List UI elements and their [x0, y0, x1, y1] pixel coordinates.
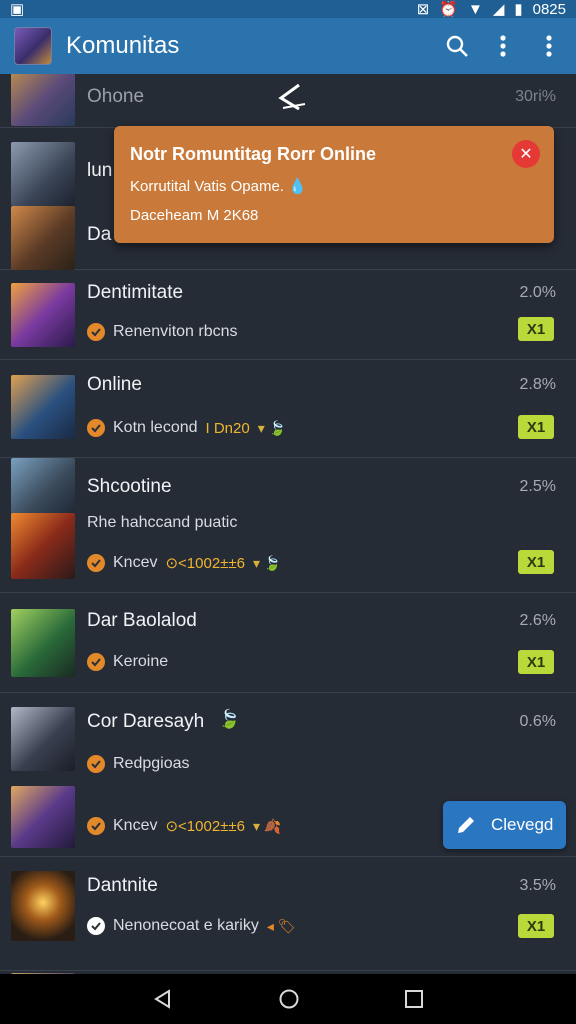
more-options-icon[interactable] [490, 33, 516, 59]
community-name: Dentimitate [87, 282, 184, 303]
community-percent: 0.6% [519, 713, 556, 730]
community-percent: 3.5% [519, 877, 556, 894]
community-subtitle: Kncev ⊙<1002±±6 ▾ 🍂 [87, 817, 281, 835]
leaf-icon: 🍃 [218, 709, 241, 729]
alarm-icon: ⏰ [439, 1, 458, 18]
popup-detail: Daceheam M 2K68 [130, 207, 259, 224]
community-subtitle: Redpgioas [87, 755, 190, 773]
community-avatar [11, 206, 75, 270]
notification-popup[interactable]: Notr Romuntitag Rorr Online Korrutital V… [114, 126, 554, 243]
community-subtitle: Renenviton rbcns [87, 323, 238, 341]
back-arrow-icon [278, 83, 306, 111]
search-icon[interactable] [444, 33, 470, 59]
tag-icon: ◂ 🏷 [266, 917, 296, 934]
community-avatar [11, 74, 75, 126]
community-percent: 2.8% [519, 376, 556, 393]
overflow-menu-icon[interactable] [536, 33, 562, 59]
community-avatar [11, 375, 75, 439]
community-percent: 2.6% [519, 612, 556, 629]
recents-icon[interactable] [404, 989, 424, 1009]
compose-button[interactable]: Clevegd [443, 801, 566, 849]
community-subtitle: Kotn lecond I Dn20 ▾ 🍃 [87, 419, 286, 437]
community-subtitle: Kncev ⊙<1002±±6 ▾ 🍃 [87, 554, 281, 572]
community-description: Rhe hahccand puatic [87, 514, 238, 531]
community-avatar [11, 142, 75, 206]
community-avatar [11, 871, 75, 941]
community-avatar [11, 707, 75, 771]
list-item[interactable]: Dantnite 3.5% Nenonecoat e kariky ◂ 🏷 X1 [0, 857, 576, 971]
coin-value: ⊙<1002±±6 [165, 555, 245, 572]
pencil-icon [458, 817, 474, 833]
home-icon[interactable] [278, 988, 300, 1010]
community-subtitle: Nenonecoat e kariky ◂ 🏷 [87, 917, 296, 935]
diamond-icon: 💧 [288, 178, 307, 195]
verified-check-icon [87, 817, 105, 835]
community-name: lun [87, 160, 113, 181]
wifi-icon: ▼ [467, 0, 483, 18]
coin-value: ⊙<1002±±6 [165, 818, 245, 835]
community-percent: 2.0% [519, 284, 556, 301]
status-bar: ▣ ⊠ ⏰ ▼ ◢ ▮ 0825 [0, 0, 576, 18]
community-name: Dantnite [87, 875, 158, 896]
battery-icon: ▮ [514, 1, 523, 18]
signal-icon: ◢ [492, 1, 505, 18]
verified-check-icon [87, 554, 105, 572]
community-name: Cor Daresayh [87, 711, 205, 732]
community-name: Dar Baolalod [87, 610, 197, 631]
back-icon[interactable] [152, 988, 174, 1010]
popup-message: Korrutital Vatis Opame. 💧 [130, 178, 307, 195]
compose-button-label: Clevegd [491, 815, 554, 834]
list-item[interactable]: Dentimitate 2.0% Renenviton rbcns X1 [0, 270, 576, 360]
close-icon[interactable]: ✕ [512, 140, 540, 168]
verified-check-icon [87, 323, 105, 341]
verified-check-icon [87, 917, 105, 935]
list-item[interactable]: Dar Baolalod 2.6% Keroine X1 [0, 593, 576, 693]
nfc-icon: ⊠ [416, 1, 430, 18]
community-name: Online [87, 374, 142, 395]
community-avatar [11, 609, 75, 677]
app-notification-icon: ▣ [10, 1, 25, 18]
community-subtitle: Keroine [87, 653, 168, 671]
multiplier-badge: X1 [518, 650, 554, 674]
list-item[interactable]: Ohone 30ri% [0, 74, 576, 128]
multiplier-badge: X1 [518, 914, 554, 938]
verified-check-icon [87, 419, 105, 437]
system-nav-bar [0, 974, 576, 1024]
verified-check-icon [87, 653, 105, 671]
community-avatar [11, 786, 75, 848]
app-logo [14, 27, 52, 65]
list-item[interactable]: Shcootine 2.5% Rhe hahccand puatic Kncev… [0, 458, 576, 593]
community-name: Ohone [87, 86, 145, 107]
leaf-icon: ▾ 🍃 [257, 419, 287, 436]
app-title: Komunitas [66, 32, 180, 59]
status-time: 0825 [532, 0, 566, 18]
community-percent: 2.5% [519, 478, 556, 495]
coin-value: I Dn20 [205, 419, 250, 437]
multiplier-badge: X1 [518, 317, 554, 341]
multiplier-badge: X1 [518, 550, 554, 574]
community-percent: 30ri% [515, 88, 556, 105]
community-avatar [11, 513, 75, 579]
verified-check-icon [87, 755, 105, 773]
community-avatar [11, 283, 75, 347]
community-name: Da [87, 224, 112, 245]
leaf-icon: ▾ 🍂 [252, 817, 282, 834]
multiplier-badge: X1 [518, 415, 554, 439]
app-bar: Komunitas [0, 18, 576, 74]
leaf-icon: ▾ 🍃 [252, 554, 282, 571]
community-name: Shcootine [87, 476, 172, 497]
popup-title: Notr Romuntitag Rorr Online [130, 144, 376, 164]
list-item[interactable]: Online 2.8% Kotn lecond I Dn20 ▾ 🍃 X1 [0, 360, 576, 458]
